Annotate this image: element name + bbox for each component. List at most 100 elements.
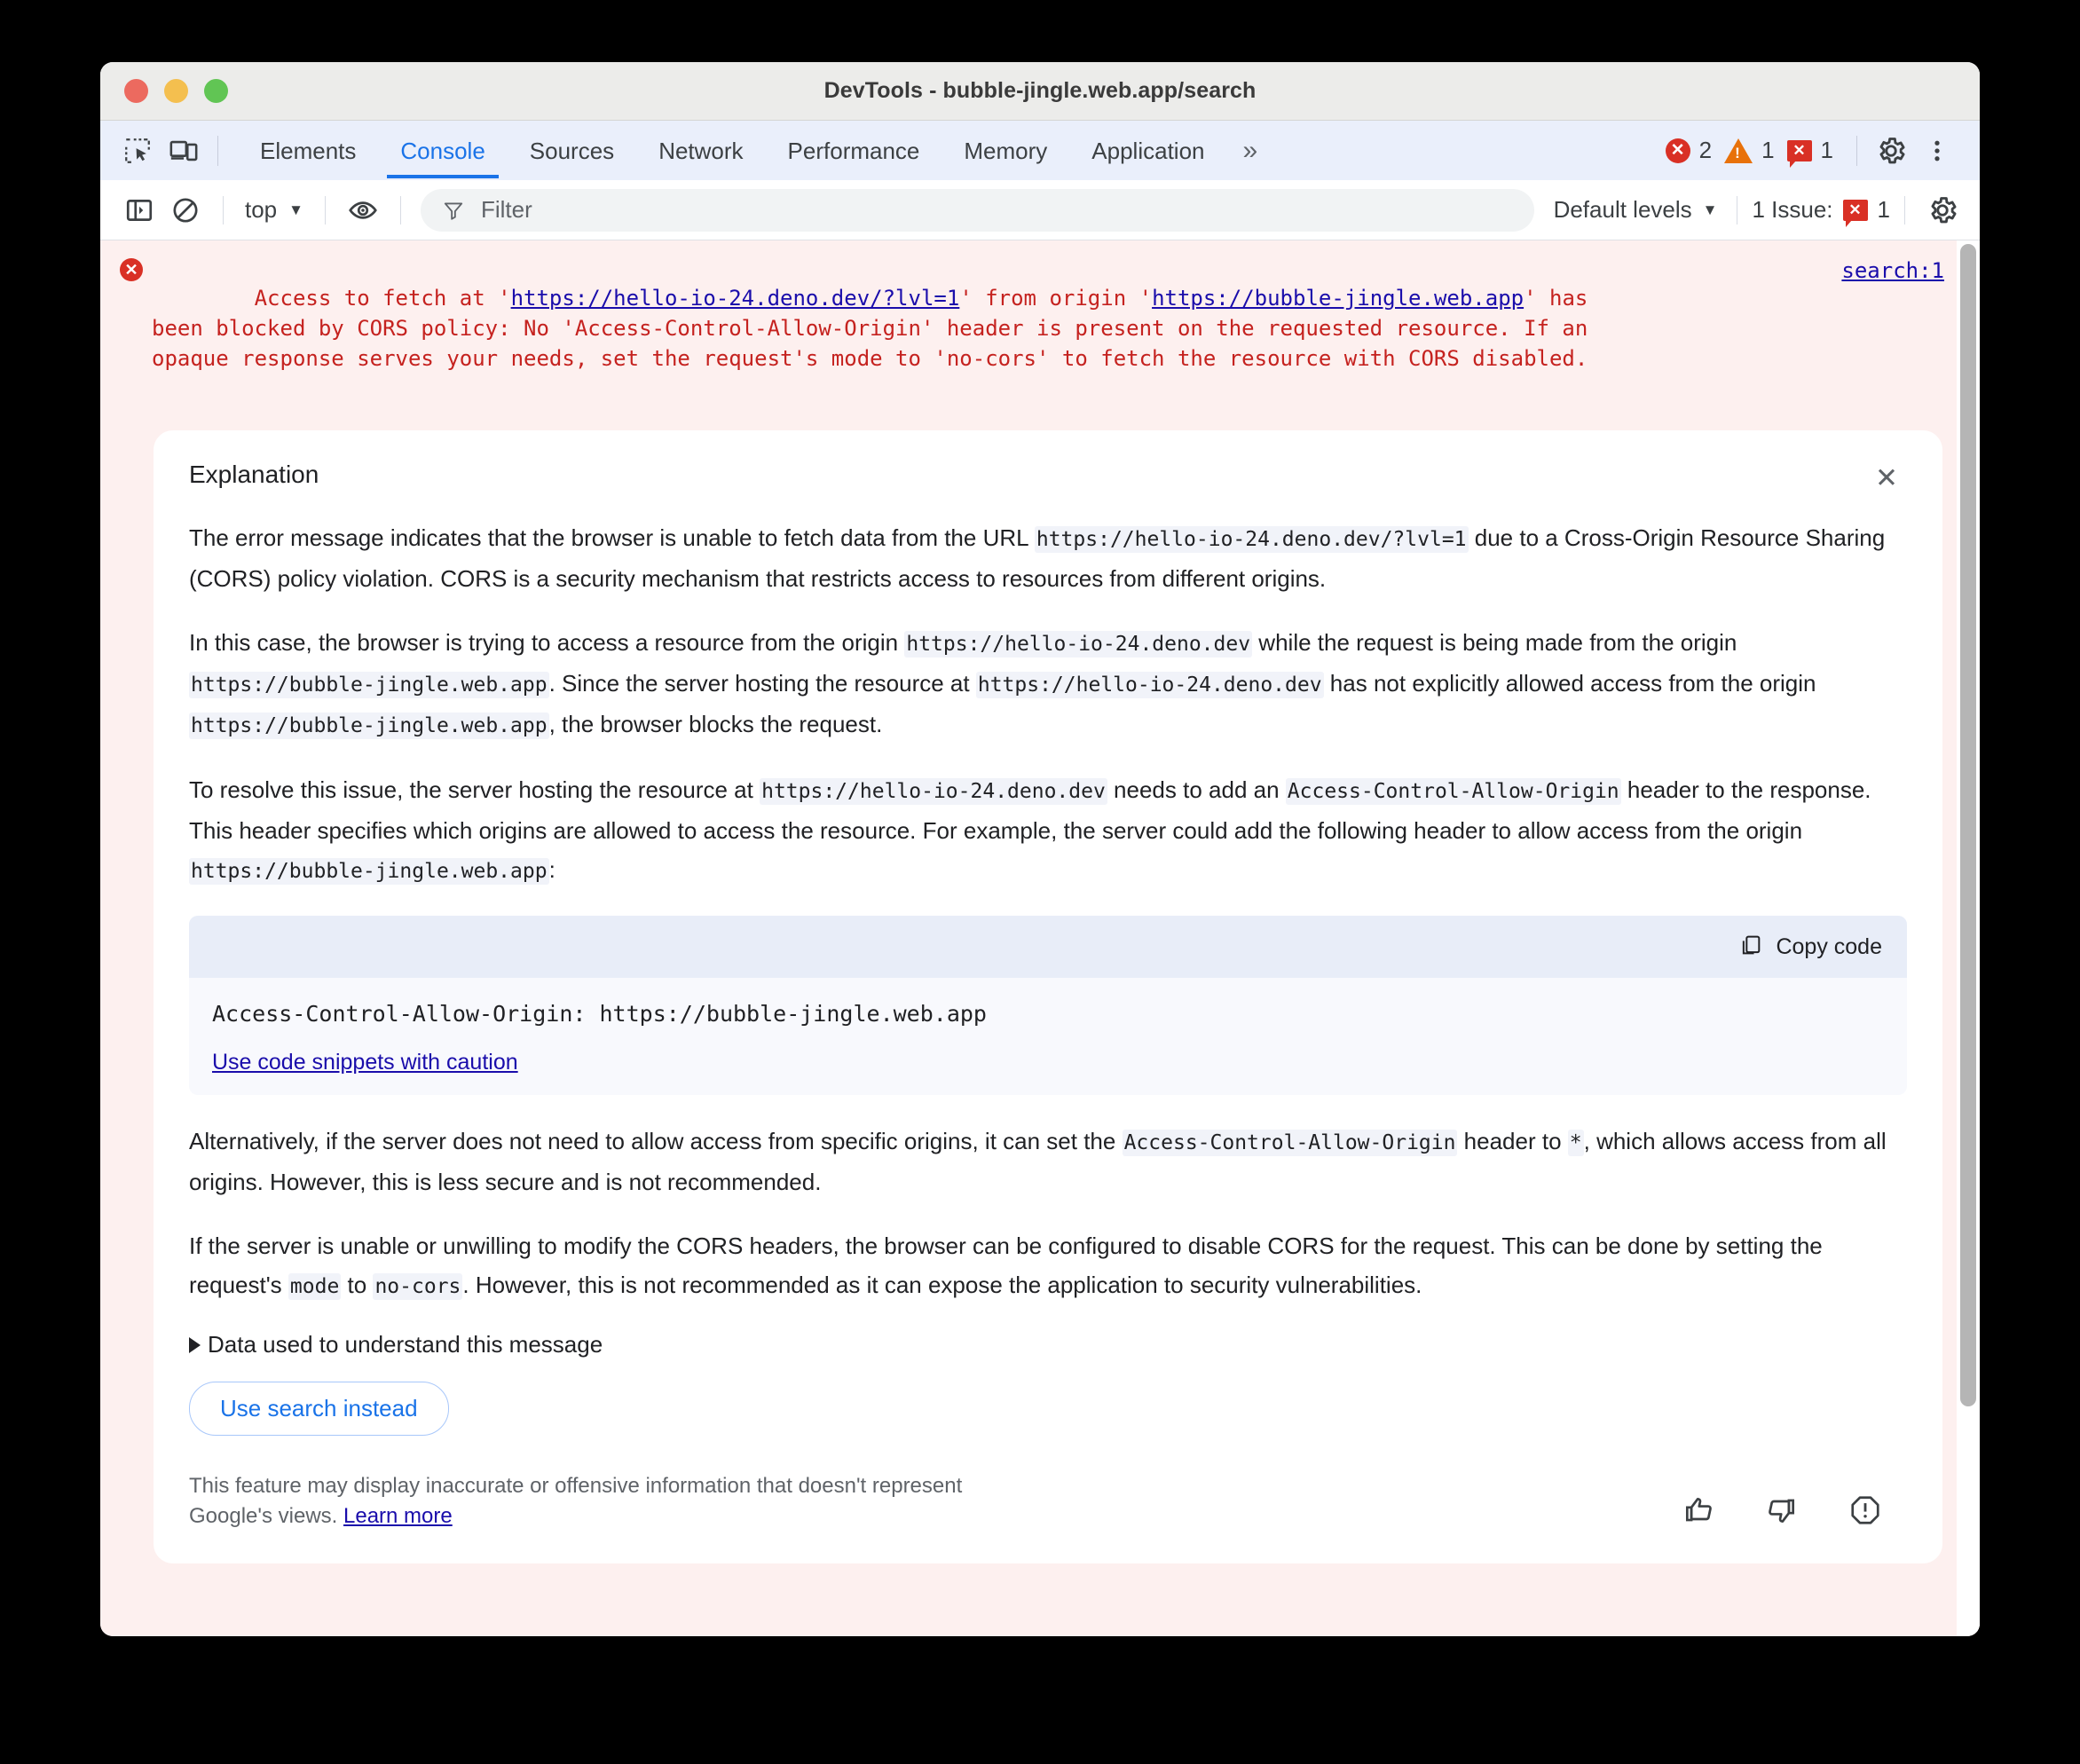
error-url-link-2[interactable]: https://bubble-jingle.web.app <box>1152 286 1524 311</box>
p3-code-2: Access-Control-Allow-Origin <box>1285 778 1621 805</box>
p2-code-2: https://bubble-jingle.web.app <box>189 672 549 698</box>
filterbar-divider-5 <box>1904 195 1905 224</box>
console-settings-gear-icon[interactable] <box>1919 187 1966 233</box>
filterbar-divider-3 <box>399 195 401 224</box>
filterbar-divider-1 <box>223 195 224 224</box>
data-used-disclosure[interactable]: Data used to understand this message <box>189 1331 1907 1358</box>
status-divider <box>1856 135 1857 166</box>
p1-code: https://hello-io-24.deno.dev/?lvl=1 <box>1034 526 1469 553</box>
tab-console[interactable]: Console <box>378 123 507 178</box>
tab-elements[interactable]: Elements <box>238 123 378 177</box>
error-circle-icon: ✕ <box>120 258 143 281</box>
p4-a: Alternatively, if the server does not ne… <box>189 1128 1123 1154</box>
close-icon[interactable]: ✕ <box>1866 461 1907 495</box>
panel-tabs: Elements Console Sources Network Perform… <box>238 123 1271 178</box>
explanation-header: Explanation ✕ <box>189 461 1907 495</box>
code-snippet-block: Copy code Access-Control-Allow-Origin: h… <box>189 916 1907 1095</box>
p5-b: to <box>341 1272 374 1298</box>
issues-count: 1 <box>1877 196 1890 223</box>
filter-placeholder: Filter <box>480 196 532 223</box>
error-text-pre: Access to fetch at ' <box>254 286 511 311</box>
p2-e: , the browser blocks the request. <box>548 711 883 737</box>
p2-code-4: https://bubble-jingle.web.app <box>189 713 549 739</box>
feedback-icons <box>1682 1493 1907 1532</box>
thumbs-down-icon[interactable] <box>1765 1493 1799 1532</box>
tab-sources[interactable]: Sources <box>508 123 636 177</box>
devtools-window: DevTools - bubble-jingle.web.app/search … <box>100 62 1980 1636</box>
learn-more-link[interactable]: Learn more <box>343 1504 453 1528</box>
p3-d: : <box>548 856 555 883</box>
p3-a: To resolve this issue, the server hostin… <box>189 776 760 803</box>
p3-code-3: https://bubble-jingle.web.app <box>189 858 549 885</box>
tab-application[interactable]: Application <box>1069 123 1226 177</box>
issue-badge[interactable]: ✕ 1 <box>1786 137 1833 168</box>
clear-console-icon[interactable] <box>162 187 209 233</box>
issue-bubble-icon: ✕ <box>1786 139 1812 168</box>
explanation-paragraph-2: In this case, the browser is trying to a… <box>189 623 1907 745</box>
disclaimer-text: This feature may display inaccurate or o… <box>189 1474 963 1528</box>
inspect-element-icon[interactable] <box>114 128 161 174</box>
console-sidebar-toggle-icon[interactable] <box>116 187 162 233</box>
code-snippet-text: Access-Control-Allow-Origin: https://bub… <box>212 1001 987 1027</box>
tab-memory[interactable]: Memory <box>942 123 1069 177</box>
execution-context-selector[interactable]: top ▼ <box>238 191 311 229</box>
error-badge[interactable]: ✕ 2 <box>1665 137 1713 164</box>
more-tabs-icon[interactable]: » <box>1227 136 1271 166</box>
p3-b: needs to add an <box>1107 776 1286 803</box>
thumbs-up-icon[interactable] <box>1682 1493 1715 1532</box>
chevron-down-icon: ▼ <box>1702 201 1718 218</box>
code-snippet-toolbar: Copy code <box>189 916 1907 978</box>
error-url-link-1[interactable]: https://hello-io-24.deno.dev/?lvl=1 <box>511 286 960 311</box>
issue-bubble-icon: ✕ <box>1842 199 1868 227</box>
log-levels-label: Default levels <box>1553 196 1692 223</box>
p2-a: In this case, the browser is trying to a… <box>189 629 905 656</box>
tabstrip-divider <box>217 135 218 166</box>
explanation-paragraph-3: To resolve this issue, the server hostin… <box>189 770 1907 891</box>
console-scrollbar-thumb[interactable] <box>1960 244 1976 1406</box>
p2-code-1: https://hello-io-24.deno.dev <box>904 631 1253 658</box>
copy-code-button[interactable]: Copy code <box>1776 934 1882 960</box>
issues-label: 1 Issue: <box>1752 196 1833 223</box>
warning-badge[interactable]: 1 <box>1724 137 1775 164</box>
use-search-instead-button[interactable]: Use search instead <box>189 1382 449 1436</box>
issue-count: 1 <box>1820 137 1833 163</box>
code-snippet-body: Access-Control-Allow-Origin: https://bub… <box>189 978 1907 1095</box>
device-toolbar-icon[interactable] <box>161 128 207 174</box>
error-source-link[interactable]: search:1 <box>1841 258 1944 283</box>
settings-gear-icon[interactable] <box>1868 128 1914 174</box>
filter-input[interactable]: Filter <box>420 188 1534 232</box>
more-options-kebab-icon[interactable] <box>1914 128 1960 174</box>
filter-funnel-icon <box>444 201 463 220</box>
window-title: DevTools - bubble-jingle.web.app/search <box>823 78 1257 103</box>
error-message-text: Access to fetch at 'https://hello-io-24.… <box>152 253 1980 404</box>
tab-network[interactable]: Network <box>636 123 765 177</box>
report-icon[interactable] <box>1848 1493 1882 1532</box>
console-filter-toolbar: top ▼ Filter Default levels ▼ 1 Issue: ✕ <box>100 180 1980 240</box>
p2-d: has not explicitly allowed access from t… <box>1323 670 1816 697</box>
p1-a: The error message indicates that the bro… <box>189 524 1035 551</box>
explanation-title: Explanation <box>189 461 319 488</box>
tabstrip-status-area: ✕ 2 1 ✕ 1 <box>1665 128 1980 174</box>
tab-performance[interactable]: Performance <box>766 123 942 177</box>
explanation-card: Explanation ✕ The error message indicate… <box>154 430 1942 1563</box>
p5-code-1: mode <box>288 1273 342 1300</box>
warning-triangle-icon <box>1724 138 1753 163</box>
warning-count: 1 <box>1761 137 1775 163</box>
chevron-down-icon: ▼ <box>288 201 303 218</box>
live-expression-eye-icon[interactable] <box>340 187 386 233</box>
console-error-message[interactable]: ✕ Access to fetch at 'https://hello-io-2… <box>100 240 1980 409</box>
issues-counter[interactable]: 1 Issue: ✕ 1 <box>1752 196 1890 227</box>
error-count: 2 <box>1698 137 1713 163</box>
p2-code-3: https://hello-io-24.deno.dev <box>975 672 1324 698</box>
code-caution-link[interactable]: Use code snippets with caution <box>212 1050 518 1075</box>
data-used-label: Data used to understand this message <box>208 1331 603 1358</box>
explanation-paragraph-1: The error message indicates that the bro… <box>189 518 1907 598</box>
window-titlebar: DevTools - bubble-jingle.web.app/search <box>100 62 1980 121</box>
log-levels-dropdown[interactable]: Default levels ▼ <box>1548 196 1723 224</box>
p5-c: . However, this is not recommended as it… <box>462 1272 1422 1298</box>
explanation-footer: This feature may display inaccurate or o… <box>189 1471 1907 1532</box>
copy-icon[interactable] <box>1738 933 1763 962</box>
p4-code-2: * <box>1567 1130 1584 1156</box>
p2-b: while the request is being made from the… <box>1252 629 1737 656</box>
filterbar-divider-2 <box>324 195 326 224</box>
